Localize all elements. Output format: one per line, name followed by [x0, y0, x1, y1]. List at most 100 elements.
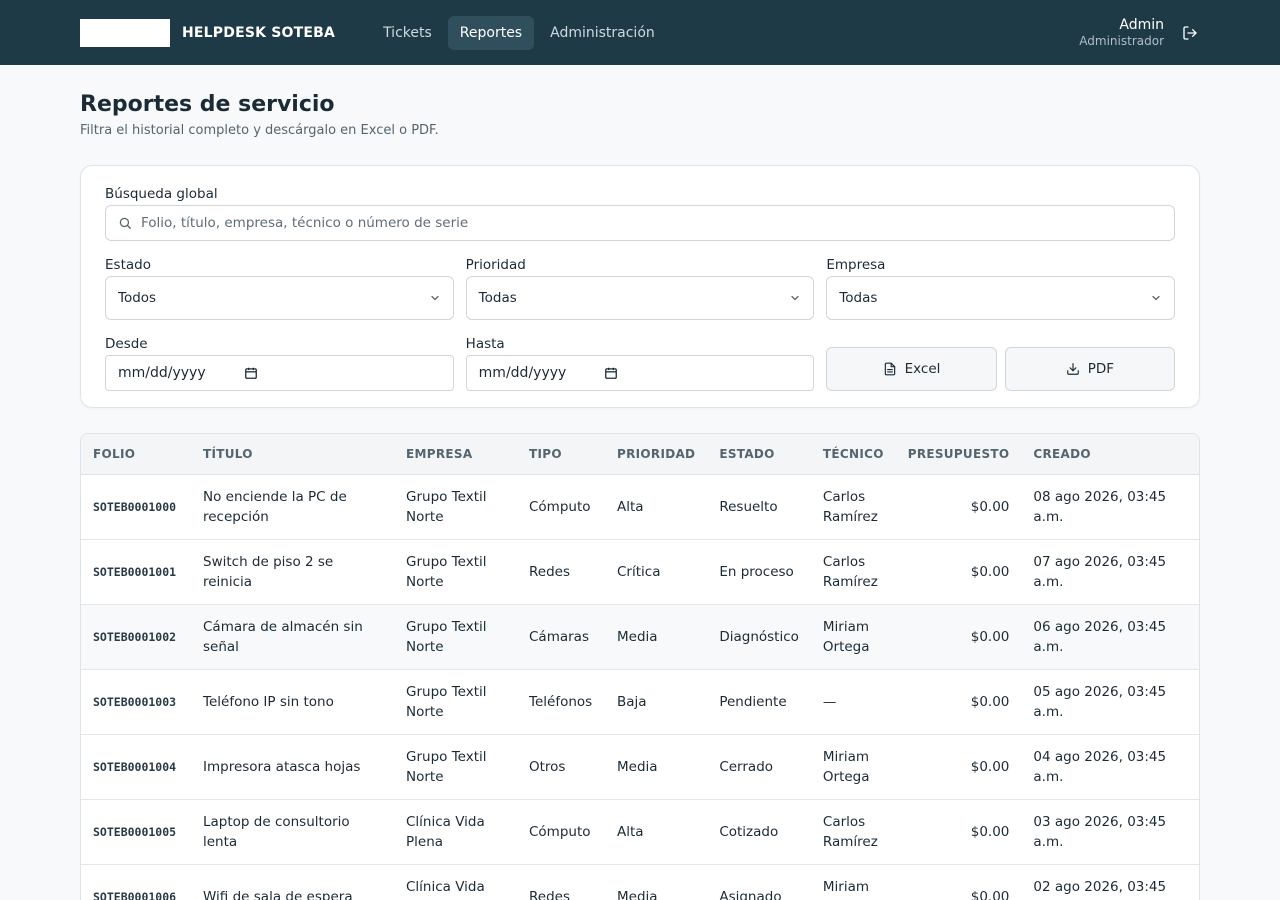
cell-tecnico: Miriam Ortega [822, 748, 870, 785]
user-menu: Admin Administrador [1079, 17, 1200, 48]
cell-presupuesto: $0.00 [970, 628, 1010, 645]
spreadsheet-file-icon [884, 362, 895, 376]
cell-presupuesto: $0.00 [970, 693, 1010, 710]
cell-folio: SOTEB0001004 [93, 759, 177, 774]
table-header-row: FOLIO TÍTULO EMPRESA TIPO PRIORIDAD ESTA… [81, 434, 1199, 474]
cell-empresa: Grupo Textil Norte [406, 618, 487, 655]
prioridad-label: Prioridad [465, 257, 526, 273]
table-row[interactable]: SOTEB0001001 Switch de piso 2 se reinicia… [81, 539, 1199, 604]
cell-prioridad: Alta [617, 823, 644, 840]
cell-prioridad: Crítica [617, 563, 661, 580]
cell-presupuesto: $0.00 [970, 563, 1010, 580]
table-row[interactable]: SOTEB0001006 Wifi de sala de espera Clínic… [81, 864, 1199, 900]
nav-tickets[interactable]: Tickets [371, 16, 444, 50]
table-row[interactable]: SOTEB0001002 Cámara de almacén sin señal G… [81, 604, 1199, 669]
user-name: Admin [1119, 17, 1164, 33]
col-creado[interactable]: CREADO [1021, 434, 1199, 474]
col-estado[interactable]: ESTADO [707, 434, 811, 474]
cell-empresa: Grupo Textil Norte [406, 488, 487, 525]
filters-panel: Búsqueda global Estado Todos Prioridad T… [80, 165, 1200, 408]
estado-label: Estado [105, 257, 151, 273]
empresa-label: Empresa [826, 257, 886, 273]
pdf-export-button[interactable]: PDF [1004, 347, 1176, 391]
desde-filter: Desde mm/dd/yyyy [105, 336, 454, 391]
table-row[interactable]: SOTEB0001004 Impresora atasca hojas Grupo … [81, 734, 1199, 799]
cell-estado: En proceso [719, 563, 794, 580]
cell-prioridad: Media [617, 628, 658, 645]
cell-estado: Diagnóstico [719, 628, 799, 645]
hasta-label: Hasta [465, 336, 505, 352]
table-row[interactable]: SOTEB0001000 No enciende la PC de recepci… [81, 474, 1199, 539]
estado-filter: Estado Todos [105, 257, 454, 320]
brand-logo[interactable] [80, 18, 170, 47]
search-label: Búsqueda global [105, 186, 218, 202]
cell-folio: SOTEB0001003 [93, 694, 177, 709]
cell-tecnico: Carlos Ramírez [822, 488, 878, 525]
download-icon [1066, 363, 1079, 375]
desde-value: mm/dd/yyyy [118, 365, 206, 381]
cell-prioridad: Alta [617, 498, 644, 515]
hasta-value: mm/dd/yyyy [478, 365, 567, 381]
prioridad-filter: Prioridad Todas [465, 257, 815, 320]
empresa-filter: Empresa Todas [826, 257, 1176, 320]
cell-tecnico: Miriam Ortega [822, 878, 870, 900]
cell-titulo: No enciende la PC de recepción [203, 488, 347, 525]
desde-date-input[interactable]: mm/dd/yyyy [105, 355, 454, 391]
search-field[interactable] [105, 205, 1175, 241]
cell-creado: 02 ago 2026, 03:45 a.m. [1033, 878, 1167, 900]
cell-folio: SOTEB0001001 [93, 564, 177, 579]
cell-creado: 06 ago 2026, 03:45 a.m. [1033, 618, 1167, 655]
col-empresa[interactable]: EMPRESA [394, 434, 517, 474]
cell-empresa: Clínica Vida Plena [406, 813, 485, 850]
col-presupuesto[interactable]: PRESUPUESTO [896, 434, 1022, 474]
cell-estado: Resuelto [719, 498, 778, 515]
cell-estado: Cerrado [719, 758, 774, 775]
top-navbar: HELPDESK SOTEBA Tickets Reportes Adminis… [0, 0, 1280, 65]
search-input[interactable] [141, 215, 1162, 231]
main-nav: Tickets Reportes Administración [371, 15, 667, 50]
logout-icon[interactable] [1180, 23, 1200, 43]
cell-folio: SOTEB0001006 [93, 889, 177, 900]
nav-administracion[interactable]: Administración [538, 16, 667, 50]
chevron-down-icon [1152, 295, 1160, 301]
calendar-icon[interactable] [244, 366, 258, 380]
user-info: Admin Administrador [1079, 17, 1164, 48]
prioridad-value: Todas [478, 290, 517, 306]
cell-tecnico: Carlos Ramírez [822, 813, 878, 850]
cell-tipo: Redes [529, 563, 570, 580]
cell-tipo: Cómputo [529, 498, 591, 515]
table-row[interactable]: SOTEB0001003 Teléfono IP sin tono Grupo Te… [81, 669, 1199, 734]
prioridad-select[interactable]: Todas [465, 276, 815, 320]
col-tecnico[interactable]: TÉCNICO [811, 434, 896, 474]
cell-titulo: Laptop de consultorio lenta [203, 813, 350, 850]
excel-export-button[interactable]: Excel [826, 347, 997, 391]
nav-reportes[interactable]: Reportes [447, 15, 535, 50]
col-prioridad[interactable]: PRIORIDAD [605, 434, 707, 474]
empresa-select[interactable]: Todas [826, 276, 1176, 320]
cell-creado: 04 ago 2026, 03:45 a.m. [1033, 748, 1167, 785]
table-row[interactable]: SOTEB0001005 Laptop de consultorio lenta C… [81, 799, 1199, 864]
cell-titulo: Impresora atasca hojas [203, 758, 361, 775]
col-titulo[interactable]: TÍTULO [191, 434, 394, 474]
cell-empresa: Clínica Vida Plena [406, 878, 485, 900]
cell-tipo: Cámaras [529, 628, 589, 645]
calendar-icon[interactable] [604, 366, 618, 380]
chevron-down-icon [431, 295, 439, 301]
tickets-table: FOLIO TÍTULO EMPRESA TIPO PRIORIDAD ESTA… [81, 434, 1199, 900]
col-tipo[interactable]: TIPO [517, 434, 605, 474]
cell-titulo: Cámara de almacén sin señal [203, 618, 363, 655]
hasta-date-input[interactable]: mm/dd/yyyy [465, 355, 815, 391]
cell-tecnico: Carlos Ramírez [822, 553, 878, 590]
export-buttons: Excel PDF [826, 336, 1176, 391]
cell-tipo: Otros [529, 758, 566, 775]
cell-titulo: Switch de piso 2 se reinicia [203, 553, 334, 590]
col-folio[interactable]: FOLIO [81, 434, 191, 474]
cell-creado: 08 ago 2026, 03:45 a.m. [1033, 488, 1167, 525]
tickets-table-card: FOLIO TÍTULO EMPRESA TIPO PRIORIDAD ESTA… [80, 433, 1200, 900]
cell-folio: SOTEB0001002 [93, 629, 177, 644]
cell-creado: 03 ago 2026, 03:45 a.m. [1033, 813, 1167, 850]
cell-estado: Pendiente [719, 693, 787, 710]
cell-presupuesto: $0.00 [970, 888, 1010, 900]
estado-select[interactable]: Todos [105, 276, 454, 320]
cell-titulo: Wifi de sala de espera [203, 888, 353, 900]
